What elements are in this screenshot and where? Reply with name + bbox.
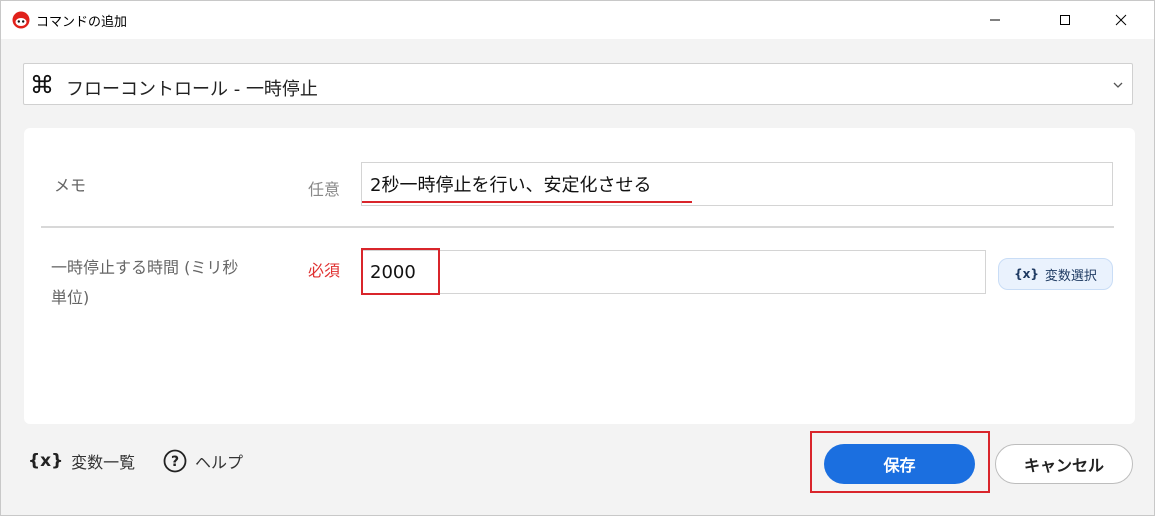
variable-icon: {x} xyxy=(1014,267,1039,281)
add-command-dialog: コマンドの追加 フローコントロール - 一時停止 メモ 任意 2秒一時停止を行い… xyxy=(0,0,1155,516)
maximize-button[interactable] xyxy=(1042,1,1088,39)
cancel-button[interactable]: キャンセル xyxy=(995,444,1133,484)
close-icon xyxy=(1115,14,1127,26)
required-badge: 必須 xyxy=(308,261,341,280)
save-button[interactable]: 保存 xyxy=(824,444,975,484)
close-button[interactable] xyxy=(1098,1,1144,39)
variable-list-link[interactable]: {x} 変数一覧 xyxy=(28,449,135,473)
help-icon: ? xyxy=(163,449,187,473)
minimize-icon xyxy=(990,19,1000,21)
chevron-down-icon xyxy=(1113,82,1123,88)
command-select-label: フローコントロール - 一時停止 xyxy=(66,79,318,100)
window-title: コマンドの追加 xyxy=(36,15,128,30)
variable-select-label: 変数選択 xyxy=(1044,268,1097,284)
memo-input[interactable] xyxy=(361,162,1113,206)
optional-badge: 任意 xyxy=(308,180,341,199)
help-label: ヘルプ xyxy=(195,453,244,472)
title-bar: コマンドの追加 xyxy=(1,1,1154,39)
svg-text:?: ? xyxy=(171,454,179,470)
memo-highlight-underline xyxy=(362,201,692,203)
maximize-icon xyxy=(1060,15,1070,25)
help-link[interactable]: ? ヘルプ xyxy=(163,449,243,473)
variable-list-icon: {x} xyxy=(28,451,64,471)
memo-label: メモ xyxy=(54,176,87,195)
app-logo-icon xyxy=(12,11,30,29)
command-key-icon xyxy=(32,74,52,94)
row-divider xyxy=(41,226,1114,228)
minimize-button[interactable] xyxy=(972,1,1018,39)
variable-list-label: 変数一覧 xyxy=(71,453,136,472)
pause-time-label-line1: 一時停止する時間 (ミリ秒 xyxy=(51,258,239,277)
variable-select-button[interactable]: {x} 変数選択 xyxy=(998,258,1113,290)
pause-time-label-line2: 単位) xyxy=(51,288,90,307)
form-panel: メモ 任意 一時停止する時間 (ミリ秒 単位) 必須 xyxy=(24,128,1135,424)
command-select[interactable]: フローコントロール - 一時停止 xyxy=(23,63,1133,105)
pause-time-input[interactable] xyxy=(361,250,986,294)
